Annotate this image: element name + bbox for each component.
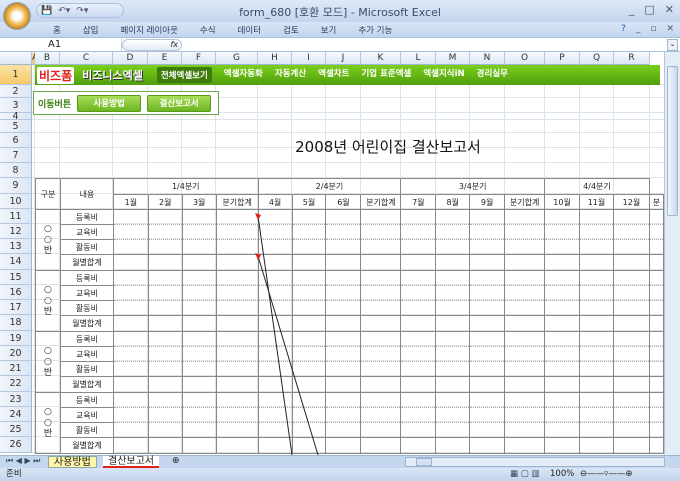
workbook-restore-button[interactable]: ▫ <box>650 24 656 34</box>
worksheet-grid[interactable]: ABCDEFGHIJKLMNOPQR1234567891011121314151… <box>0 52 664 455</box>
h-scroll-thumb[interactable] <box>416 458 432 466</box>
insert-function-button[interactable]: fx <box>122 39 182 51</box>
comment-marker <box>255 213 261 220</box>
workbook-close-button[interactable]: ✕ <box>666 24 674 34</box>
status-bar: 준비 ▦ ▢ ▥ 100% ⊖——▿——⊕ <box>0 468 680 481</box>
close-button[interactable]: ✕ <box>665 3 674 16</box>
status-ready: 준비 <box>6 469 22 479</box>
insert-sheet-icon[interactable]: ⊕ <box>172 456 180 466</box>
office-button[interactable] <box>3 2 31 30</box>
help-icon[interactable]: ? <box>621 24 626 34</box>
arrow-line <box>257 215 293 455</box>
window-title: form_680 [호환 모드] - Microsoft Excel <box>239 6 441 19</box>
ribbon-tab[interactable]: 추가 기능 <box>347 24 403 36</box>
scroll-thumb[interactable] <box>667 66 678 216</box>
arrow-lines <box>255 213 319 455</box>
ribbon-tab[interactable]: 수식 <box>189 24 227 36</box>
zoom-level[interactable]: 100% <box>550 468 574 481</box>
ribbon-tab[interactable]: 검토 <box>272 24 310 36</box>
maximize-button[interactable]: □ <box>644 3 654 16</box>
sheet-tab-usage[interactable]: 사용방법 <box>48 456 97 468</box>
expand-formula-bar-button[interactable]: ⌄ <box>667 39 678 51</box>
formula-input[interactable] <box>184 39 664 51</box>
sheet-nav-arrows[interactable]: ⏮ ◀ ▶ ⏭ <box>6 456 40 466</box>
ribbon-tab[interactable]: 데이터 <box>227 24 272 36</box>
view-buttons[interactable]: ▦ ▢ ▥ <box>510 468 540 481</box>
formula-bar: A1 fx ⌄ <box>0 37 680 52</box>
sheet-tab-bar: ⏮ ◀ ▶ ⏭ 사용방법 결산보고서 ⊕ <box>0 455 680 468</box>
ribbon-tab[interactable]: 삽입 <box>72 24 110 36</box>
ribbon-tabs: 홈 삽입 페이지 레이아웃 수식 데이터 검토 보기 추가 기능 <box>0 22 680 37</box>
ribbon-tab[interactable]: 홈 <box>42 24 72 36</box>
title-bar: 💾 ↶▾ ↷▾ form_680 [호환 모드] - Microsoft Exc… <box>0 0 680 22</box>
minimize-button[interactable]: _ <box>629 3 635 16</box>
workbook-minimize-button[interactable]: _ <box>636 24 641 34</box>
sheet-tab-report[interactable]: 결산보고서 <box>103 456 159 468</box>
horizontal-scrollbar[interactable] <box>405 457 665 467</box>
vertical-scrollbar[interactable] <box>664 52 680 455</box>
comment-marker <box>255 253 261 260</box>
name-box[interactable]: A1 <box>4 39 122 51</box>
ribbon-tab[interactable]: 페이지 레이아웃 <box>109 24 188 36</box>
ribbon-tab[interactable]: 보기 <box>310 24 348 36</box>
zoom-slider[interactable]: ⊖——▿——⊕ <box>580 468 633 481</box>
